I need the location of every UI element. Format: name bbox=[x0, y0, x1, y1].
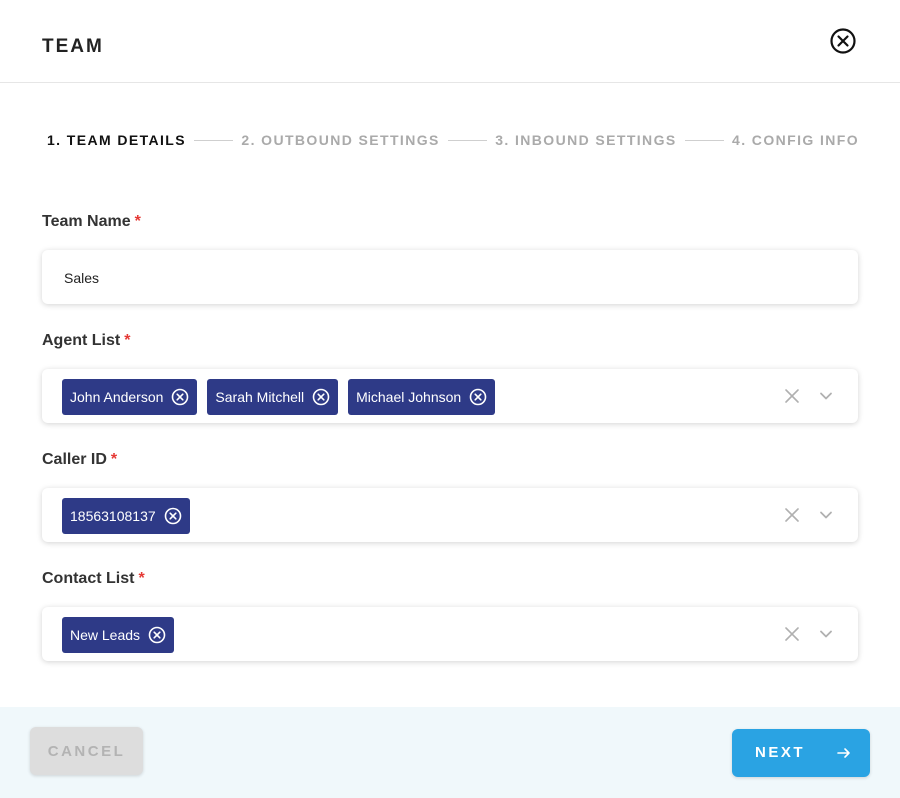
step-inbound-settings[interactable]: 3. INBOUND SETTINGS bbox=[495, 132, 676, 148]
contact-list-chips: New Leads bbox=[62, 617, 175, 653]
agent-chip: Michael Johnson bbox=[348, 379, 496, 415]
chevron-down-icon[interactable] bbox=[818, 388, 834, 404]
contact-list-label: Contact List * bbox=[42, 570, 145, 588]
close-icon[interactable] bbox=[829, 27, 857, 55]
chip-label: Michael Johnson bbox=[356, 389, 462, 405]
required-marker: * bbox=[110, 451, 118, 468]
caller-id-label-text: Caller ID bbox=[42, 451, 107, 468]
agent-chips: John Anderson Sarah Mitchell Michael Joh… bbox=[62, 379, 496, 415]
contact-list-chip: New Leads bbox=[62, 617, 175, 653]
chevron-down-icon[interactable] bbox=[818, 626, 834, 642]
clear-x-icon[interactable] bbox=[784, 507, 800, 523]
team-name-field bbox=[42, 250, 858, 306]
remove-chip-icon[interactable] bbox=[164, 507, 182, 525]
arrow-right-icon bbox=[836, 745, 852, 761]
agent-chip: John Anderson bbox=[62, 379, 198, 415]
chip-label: 18563108137 bbox=[70, 508, 156, 524]
team-name-label: Team Name * bbox=[42, 213, 141, 231]
step-connector bbox=[193, 139, 234, 141]
caller-id-chips: 18563108137 bbox=[62, 498, 190, 534]
step-config-info[interactable]: 4. CONFIG INFO bbox=[732, 132, 859, 148]
chip-label: Sarah Mitchell bbox=[215, 389, 305, 405]
agent-list-label-text: Agent List bbox=[42, 332, 121, 349]
remove-chip-icon[interactable] bbox=[171, 388, 189, 406]
remove-chip-icon[interactable] bbox=[148, 626, 166, 644]
cancel-button[interactable]: CANCEL bbox=[30, 727, 143, 775]
step-connector bbox=[684, 139, 725, 141]
agent-chip: Sarah Mitchell bbox=[207, 379, 339, 415]
agent-list-select[interactable]: John Anderson Sarah Mitchell Michael Joh… bbox=[42, 369, 858, 423]
chevron-down-icon[interactable] bbox=[818, 507, 834, 523]
contact-list-label-text: Contact List bbox=[42, 570, 135, 587]
dialog-footer: CANCEL NEXT bbox=[0, 707, 900, 798]
next-button[interactable]: NEXT bbox=[732, 729, 870, 777]
contact-list-select[interactable]: New Leads bbox=[42, 607, 858, 661]
next-button-label: NEXT bbox=[755, 744, 806, 761]
caller-id-chip: 18563108137 bbox=[62, 498, 190, 534]
chip-label: John Anderson bbox=[70, 389, 164, 405]
caller-id-select[interactable]: 18563108137 bbox=[42, 488, 858, 542]
required-marker: * bbox=[138, 570, 145, 587]
step-connector bbox=[447, 139, 488, 141]
team-name-label-text: Team Name bbox=[42, 213, 131, 230]
clear-x-icon[interactable] bbox=[784, 388, 800, 404]
remove-chip-icon[interactable] bbox=[469, 388, 487, 406]
required-marker: * bbox=[134, 213, 141, 230]
remove-chip-icon[interactable] bbox=[312, 388, 330, 406]
chip-label: New Leads bbox=[70, 627, 141, 643]
required-marker: * bbox=[124, 332, 131, 349]
team-name-input[interactable] bbox=[62, 250, 826, 306]
dialog-header: TEAM bbox=[0, 0, 900, 83]
clear-x-icon[interactable] bbox=[784, 626, 800, 642]
stepper: 1. TEAM DETAILS 2. OUTBOUND SETTINGS 3. … bbox=[47, 129, 859, 151]
step-outbound-settings[interactable]: 2. OUTBOUND SETTINGS bbox=[241, 132, 439, 148]
caller-id-label: Caller ID * bbox=[42, 451, 117, 469]
agent-list-label: Agent List * bbox=[42, 332, 130, 350]
dialog-title: TEAM bbox=[42, 36, 104, 57]
step-team-details[interactable]: 1. TEAM DETAILS bbox=[47, 132, 186, 148]
